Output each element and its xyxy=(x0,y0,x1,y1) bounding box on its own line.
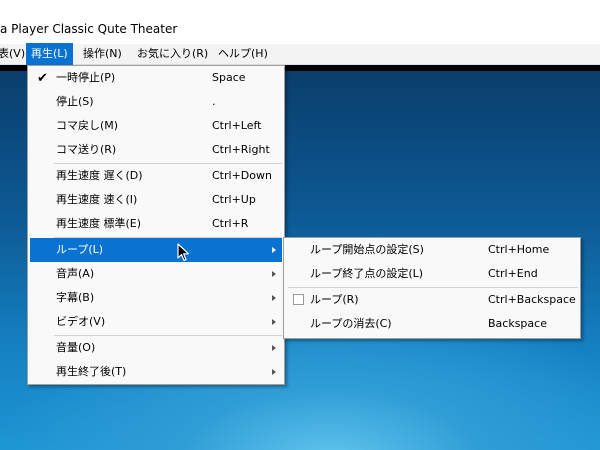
submenu-arrow-icon xyxy=(272,345,276,351)
menu-item-frame-back[interactable]: コマ戻し(M) Ctrl+Left xyxy=(30,114,282,138)
menu-item-label: 再生速度 速く(I) xyxy=(56,193,138,206)
menu-item-label: 字幕(B) xyxy=(56,291,95,304)
menu-item-label: ループ(L) xyxy=(56,243,104,256)
menu-item-label: 音量(O) xyxy=(56,341,96,354)
playback-menu: ✔ 一時停止(P) Space 停止(S) . コマ戻し(M) Ctrl+Lef… xyxy=(27,65,285,385)
menu-item-stop[interactable]: 停止(S) . xyxy=(30,90,282,114)
checkbox-icon[interactable] xyxy=(293,294,304,305)
menu-item-label: ループの消去(C) xyxy=(310,317,392,330)
submenu-item-loop-clear[interactable]: ループの消去(C) Backspace xyxy=(286,312,578,336)
menu-item-label: 一時停止(P) xyxy=(56,71,116,84)
menu-item-frame-forward[interactable]: コマ送り(R) Ctrl+Right xyxy=(30,138,282,162)
menu-item-shortcut: Ctrl+End xyxy=(488,267,538,280)
title-bar: a Player Classic Qute Theater xyxy=(0,0,600,44)
submenu-item-loop-end[interactable]: ループ終了点の設定(L) Ctrl+End xyxy=(286,262,578,286)
menubar-favorites[interactable]: お気に入り(R) xyxy=(133,44,212,64)
check-icon: ✔ xyxy=(37,71,48,86)
menu-item-shortcut: Space xyxy=(212,71,246,84)
menu-item-shortcut: Ctrl+Up xyxy=(212,193,256,206)
submenu-arrow-icon xyxy=(272,319,276,325)
menu-item-subtitles[interactable]: 字幕(B) xyxy=(30,286,282,310)
menu-item-label: ループ開始点の設定(S) xyxy=(310,243,424,256)
menu-item-shortcut: Ctrl+R xyxy=(212,217,249,230)
submenu-arrow-icon xyxy=(272,369,276,375)
mouse-cursor-icon xyxy=(177,243,190,262)
menu-item-shortcut: Ctrl+Backspace xyxy=(488,293,576,306)
menu-item-shortcut: Ctrl+Home xyxy=(488,243,550,256)
menu-item-label: コマ戻し(M) xyxy=(56,119,119,132)
menu-item-speed-faster[interactable]: 再生速度 速く(I) Ctrl+Up xyxy=(30,188,282,212)
menu-item-label: コマ送り(R) xyxy=(56,143,117,156)
menu-item-shortcut: . xyxy=(212,95,216,108)
menubar-navigate[interactable]: 操作(N) xyxy=(79,44,126,64)
menu-item-shortcut: Ctrl+Down xyxy=(212,169,272,182)
menu-item-label: 停止(S) xyxy=(56,95,94,108)
menu-item-speed-slower[interactable]: 再生速度 遅く(D) Ctrl+Down xyxy=(30,164,282,188)
submenu-item-loop-toggle[interactable]: ループ(R) Ctrl+Backspace xyxy=(286,288,578,312)
submenu-arrow-icon xyxy=(272,271,276,277)
menu-item-label: ループ終了点の設定(L) xyxy=(310,267,424,280)
menu-bar: 表(V) 再生(L) 操作(N) お気に入り(R) ヘルプ(H) xyxy=(0,43,600,65)
menubar-help[interactable]: ヘルプ(H) xyxy=(214,44,272,64)
menu-item-label: ループ(R) xyxy=(310,293,359,306)
menu-item-shortcut: Backspace xyxy=(488,317,547,330)
menu-item-loop[interactable]: ループ(L) xyxy=(30,238,282,262)
menu-item-label: 再生終了後(T) xyxy=(56,365,127,378)
window-title: a Player Classic Qute Theater xyxy=(0,22,178,36)
menu-item-label: ビデオ(V) xyxy=(56,315,106,328)
loop-submenu: ループ開始点の設定(S) Ctrl+Home ループ終了点の設定(L) Ctrl… xyxy=(283,237,581,339)
menu-item-video[interactable]: ビデオ(V) xyxy=(30,310,282,334)
menu-item-shortcut: Ctrl+Right xyxy=(212,143,270,156)
menu-item-label: 音声(A) xyxy=(56,267,95,280)
menu-item-speed-normal[interactable]: 再生速度 標準(E) Ctrl+R xyxy=(30,212,282,236)
menubar-view[interactable]: 表(V) xyxy=(0,44,29,64)
menubar-playback[interactable]: 再生(L) xyxy=(26,43,73,65)
submenu-arrow-icon xyxy=(272,247,276,253)
menu-item-label: 再生速度 遅く(D) xyxy=(56,169,143,182)
menu-item-volume[interactable]: 音量(O) xyxy=(30,336,282,360)
menu-item-label: 再生速度 標準(E) xyxy=(56,217,142,230)
menu-item-after-playback[interactable]: 再生終了後(T) xyxy=(30,360,282,384)
menu-item-shortcut: Ctrl+Left xyxy=(212,119,262,132)
menu-item-pause[interactable]: ✔ 一時停止(P) Space xyxy=(30,66,282,90)
submenu-item-loop-start[interactable]: ループ開始点の設定(S) Ctrl+Home xyxy=(286,238,578,262)
menu-item-audio[interactable]: 音声(A) xyxy=(30,262,282,286)
submenu-arrow-icon xyxy=(272,295,276,301)
